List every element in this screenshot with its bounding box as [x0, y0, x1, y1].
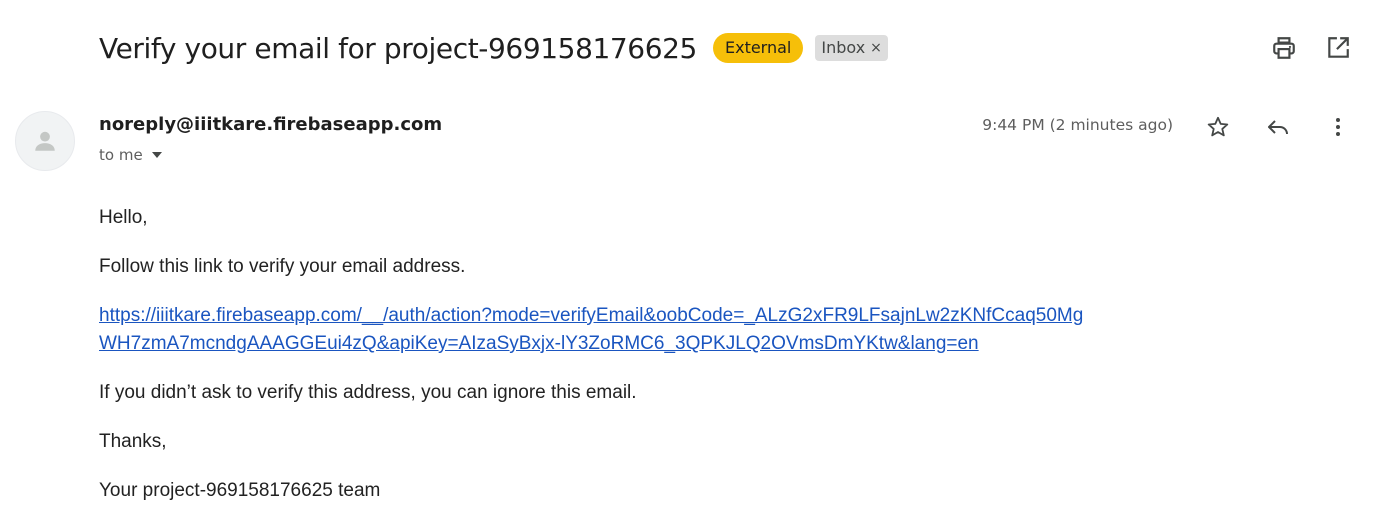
- star-icon: [1207, 116, 1229, 137]
- recipient-label: to me: [99, 146, 143, 164]
- email-timestamp: 9:44 PM (2 minutes ago): [982, 116, 1173, 134]
- person-icon: [35, 131, 55, 151]
- reply-button[interactable]: [1262, 111, 1294, 143]
- inbox-label[interactable]: Inbox ×: [815, 35, 888, 61]
- verification-link-block: https://iiitkare.firebaseapp.com/__/auth…: [99, 302, 1179, 358]
- remove-label-icon[interactable]: ×: [870, 35, 882, 61]
- email-subject: Verify your email for project-9691581766…: [99, 31, 697, 65]
- open-in-new-window-icon: [1328, 37, 1349, 58]
- email-body: Hello, Follow this link to verify your e…: [99, 204, 1179, 526]
- reply-icon: [1268, 120, 1288, 135]
- inbox-label-text: Inbox: [821, 38, 866, 57]
- verification-link-line-2: WH7zmA7mcndgAAAGGEui4zQ&apiKey=AIzaSyBxj…: [99, 333, 979, 354]
- more-vertical-icon: [1336, 118, 1340, 136]
- subject-row: Verify your email for project-9691581766…: [99, 26, 888, 70]
- open-in-new-window-button[interactable]: [1322, 32, 1354, 64]
- caret-down-icon: [151, 152, 162, 158]
- star-button[interactable]: [1202, 111, 1234, 143]
- thanks-text: Thanks,: [99, 431, 167, 452]
- printer-icon: [1273, 37, 1295, 59]
- intro-text: Follow this link to verify your email ad…: [99, 256, 466, 277]
- verification-link[interactable]: https://iiitkare.firebaseapp.com/__/auth…: [99, 305, 1083, 354]
- recipient-details-toggle[interactable]: to me: [99, 146, 163, 164]
- print-button[interactable]: [1268, 32, 1300, 64]
- more-options-button[interactable]: [1322, 111, 1354, 143]
- verification-link-line-1: https://iiitkare.firebaseapp.com/__/auth…: [99, 305, 1084, 326]
- greeting-text: Hello,: [99, 207, 148, 228]
- sender-address[interactable]: noreply@iiitkare.firebaseapp.com: [99, 114, 442, 135]
- signature-text: Your project-969158176625 team: [99, 480, 381, 501]
- external-label: External: [712, 33, 804, 63]
- sender-avatar[interactable]: [15, 111, 75, 171]
- ignore-note-text: If you didn’t ask to verify this address…: [99, 382, 637, 403]
- email-view: Verify your email for project-9691581766…: [0, 0, 1382, 527]
